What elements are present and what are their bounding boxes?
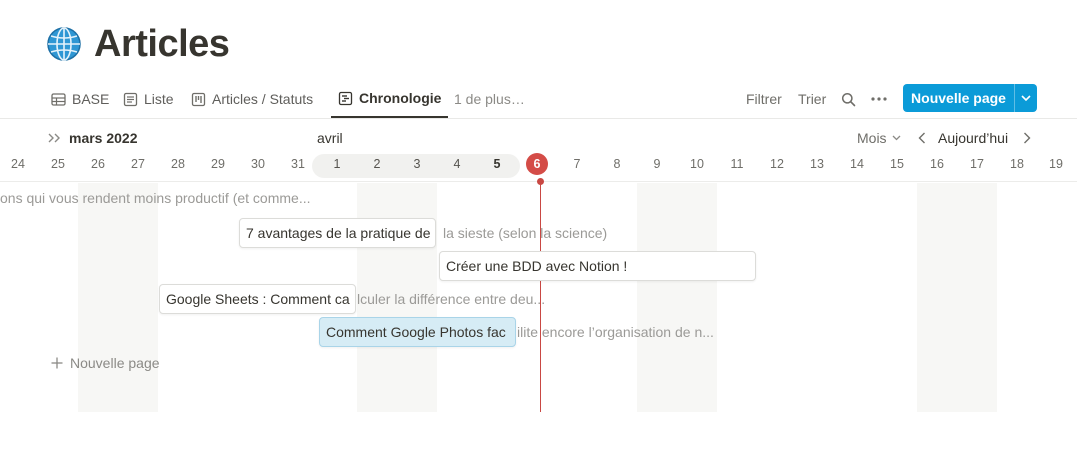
day-cell: 1 [333, 157, 341, 171]
day-cell: 15 [890, 157, 904, 171]
day-cell: 31 [291, 157, 305, 171]
prev-button[interactable] [918, 132, 926, 144]
timeline-item-card-selected[interactable]: Comment Google Photos fac [319, 317, 516, 347]
add-new-page-row[interactable]: Nouvelle page [51, 355, 160, 371]
day-cell: 24 [11, 157, 25, 171]
day-cell: 11 [730, 157, 744, 171]
day-cell: 28 [171, 157, 185, 171]
tab-more[interactable]: 1 de plus… [454, 80, 525, 118]
page-header: Articles [46, 22, 230, 66]
day-cell: 18 [1010, 157, 1024, 171]
more-options-button[interactable] [871, 80, 887, 118]
day-cell: 4 [453, 157, 461, 171]
add-new-page-label: Nouvelle page [70, 355, 160, 371]
tab-base-label: BASE [72, 91, 110, 107]
timeline-item-overflow[interactable]: ilite encore l’organisation de n... [517, 317, 714, 347]
plus-icon [51, 357, 63, 369]
chevron-left-icon [918, 132, 926, 144]
tab-articles-statuts[interactable]: Articles / Statuts [191, 80, 313, 118]
day-cell: 12 [770, 157, 784, 171]
day-cell: 10 [690, 157, 704, 171]
day-cell: 13 [810, 157, 824, 171]
day-cell: 30 [251, 157, 265, 171]
tab-liste-label: Liste [144, 91, 174, 107]
tab-base[interactable]: BASE [51, 80, 109, 118]
tab-chronologie[interactable]: Chronologie [331, 80, 449, 118]
timeline-item-card[interactable]: Google Sheets : Comment ca [159, 284, 356, 314]
day-cell: 14 [850, 157, 864, 171]
day-cell: 27 [131, 157, 145, 171]
filter-button[interactable]: Filtrer [746, 80, 782, 118]
board-icon [191, 92, 206, 107]
day-cell: 7 [573, 157, 581, 171]
table-icon [51, 92, 66, 107]
month-label-right: avril [317, 130, 343, 146]
day-cell: 5 [493, 157, 501, 171]
timeline-item-overflow[interactable]: ons qui vous rendent moins productif (et… [0, 190, 310, 206]
today-line-knob [537, 178, 544, 185]
globe-icon[interactable] [46, 26, 82, 62]
zoom-label: Mois [857, 130, 887, 146]
timeline-item-overflow[interactable]: la sieste (selon la science) [443, 218, 607, 248]
tab-more-label: 1 de plus… [454, 91, 525, 107]
timeline-item-card[interactable]: 7 avantages de la pratique de [239, 218, 436, 248]
weekend-column [637, 183, 717, 412]
timeline-item-card[interactable]: Créer une BDD avec Notion ! [439, 251, 756, 281]
day-cell: 19 [1049, 157, 1063, 171]
chevron-down-icon [892, 135, 901, 141]
day-cell: 8 [613, 157, 621, 171]
day-cell: 9 [653, 157, 661, 171]
tab-articles-statuts-label: Articles / Statuts [212, 91, 314, 107]
filter-label: Filtrer [746, 91, 782, 107]
timeline-icon [338, 91, 353, 106]
chevron-right-icon [1023, 132, 1031, 144]
page-title[interactable]: Articles [94, 23, 230, 66]
tab-chronologie-label: Chronologie [359, 90, 442, 106]
today-marker: 6 [526, 153, 548, 175]
day-cell: 17 [970, 157, 984, 171]
expand-toggle[interactable]: mars 2022 [48, 130, 138, 146]
day-cell: 2 [373, 157, 381, 171]
ellipsis-icon [871, 97, 887, 101]
timeline-header: mars 2022 avril Mois Aujourd’hui [0, 124, 1077, 152]
timeline-item-overflow[interactable]: lculer la différence entre deu... [357, 284, 545, 314]
new-page-button[interactable]: Nouvelle page [903, 84, 1037, 112]
month-label-left: mars 2022 [69, 130, 138, 146]
list-icon [123, 92, 138, 107]
weekend-column [78, 183, 158, 412]
zoom-select[interactable]: Mois [857, 130, 901, 146]
tab-liste[interactable]: Liste [123, 80, 174, 118]
sort-button[interactable]: Trier [798, 80, 826, 118]
day-cell: 16 [930, 157, 944, 171]
day-cell: 3 [413, 157, 421, 171]
next-button[interactable] [1023, 132, 1031, 144]
day-cell: 25 [51, 157, 65, 171]
search-button[interactable] [841, 80, 856, 118]
weekend-column [917, 183, 997, 412]
new-page-label[interactable]: Nouvelle page [903, 84, 1015, 112]
day-cell: 29 [211, 157, 225, 171]
double-chevron-right-icon[interactable] [48, 133, 62, 143]
sort-label: Trier [798, 91, 827, 107]
day-cell: 26 [91, 157, 105, 171]
chevron-down-icon[interactable] [1015, 84, 1037, 112]
today-button[interactable]: Aujourd’hui [938, 130, 1008, 146]
search-icon [841, 92, 856, 107]
